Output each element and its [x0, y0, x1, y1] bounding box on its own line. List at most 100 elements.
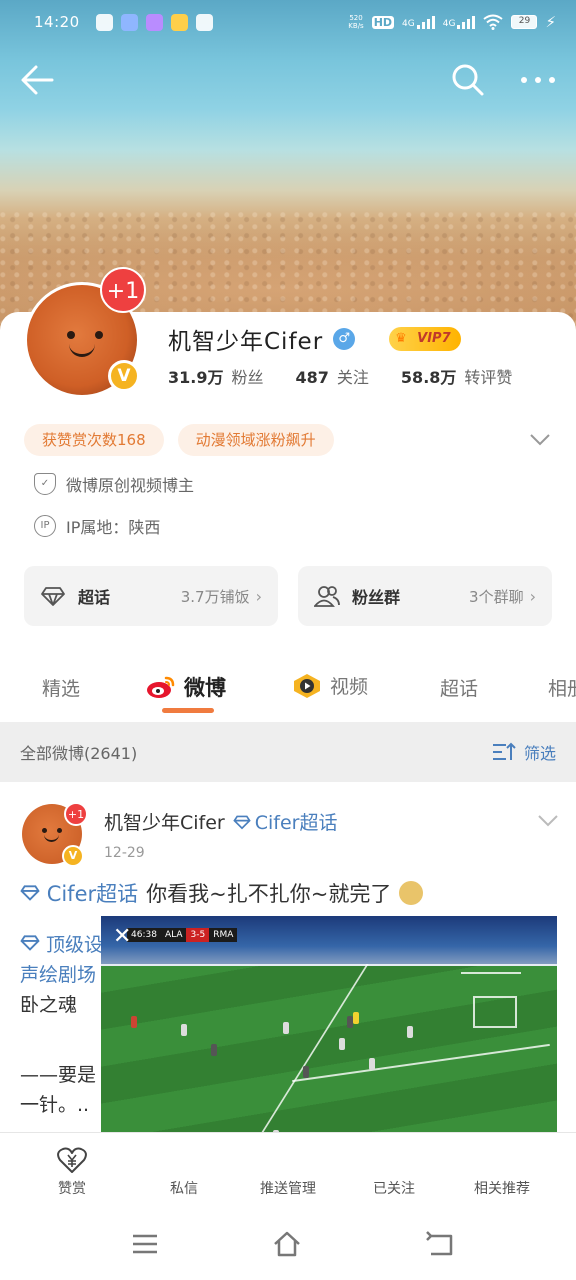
message-button[interactable]: 私信 — [134, 1178, 234, 1198]
info-ip-location: IP IP属地：陕西 — [34, 514, 160, 538]
app-notification-icon — [145, 13, 163, 31]
recent-apps-icon[interactable] — [130, 1230, 160, 1258]
player-icon — [181, 1024, 187, 1036]
post-supertopic-link[interactable]: Cifer超话 — [233, 808, 338, 835]
profile-stats: 31.9万 粉丝 487 关注 58.8万 转评赞 — [168, 364, 512, 388]
active-tab-indicator — [162, 708, 214, 713]
card-title: 粉丝群 — [352, 588, 401, 607]
close-icon[interactable]: ✕ — [113, 926, 135, 948]
reward-button[interactable]: 赞赏 — [22, 1178, 122, 1198]
stat-interactions[interactable]: 58.8万 转评赞 — [401, 364, 513, 388]
tab-supertopic[interactable]: 超话 — [440, 674, 478, 701]
player-icon — [339, 1038, 345, 1050]
player-icon — [353, 1012, 359, 1024]
info-original-video-creator: ✓ 微博原创视频博主 — [34, 472, 194, 496]
gender-male-icon: ♂ — [333, 328, 356, 350]
diamond-icon — [41, 587, 65, 606]
post-text-topic[interactable]: Cifer超话 — [20, 878, 138, 908]
net-speed: 520 KB/s — [348, 14, 364, 30]
post-body-line[interactable]: 声绘剧场 — [20, 960, 103, 990]
player-icon — [131, 1016, 137, 1028]
video-play-icon — [294, 673, 320, 698]
top-navigation — [0, 56, 576, 104]
diamond-icon — [20, 935, 40, 951]
vip-badge[interactable]: VIP7 — [389, 327, 461, 351]
video-scoreboard: 46:38 ALA 3-5 RMA — [127, 928, 238, 942]
profile-tags: 获赞赏次数168 动漫领域涨粉飙升 — [24, 424, 334, 456]
charging-icon: ⚡ — [545, 13, 556, 31]
card-subtitle: 3.7万铺饭 — [180, 587, 250, 606]
chevron-down-icon[interactable] — [528, 430, 552, 450]
status-notification-icons — [95, 13, 213, 31]
post-body: 顶级设 声绘剧场 卧之魂 ——要是 一针。.. — [20, 930, 103, 1116]
player-icon — [303, 1066, 309, 1078]
ip-icon: IP — [34, 515, 56, 537]
chevron-right-icon: › — [529, 586, 536, 606]
mail-notification-icon — [195, 13, 213, 31]
stat-following[interactable]: 487 关注 — [296, 364, 369, 388]
related-recommend-button[interactable]: 相关推荐 — [452, 1178, 552, 1198]
yen-heart-icon[interactable] — [57, 1146, 87, 1174]
status-bar: 14:20 520 KB/s HD 4G 4G 29 ⚡ — [0, 0, 576, 44]
home-icon[interactable] — [272, 1230, 302, 1258]
wifi-icon — [483, 14, 504, 30]
shield-check-icon: ✓ — [34, 473, 56, 495]
post-new-badge: +1 — [64, 802, 88, 826]
app-notification-icon — [95, 13, 113, 31]
group-icon — [314, 586, 340, 607]
tab-video[interactable]: 视频 — [292, 672, 368, 699]
post-date: 12-29 — [104, 845, 145, 861]
status-time: 14:20 — [34, 13, 80, 31]
filter-sort-icon — [492, 742, 516, 760]
chevron-right-icon: › — [255, 586, 262, 606]
tag-reward-count[interactable]: 获赞赏次数168 — [24, 424, 164, 456]
weibo-notification-icon — [170, 13, 188, 31]
tag-fan-growth[interactable]: 动漫领域涨粉飙升 — [177, 424, 334, 456]
all-weibo-count: 全部微博(2641) — [20, 744, 138, 763]
filter-bar: 全部微博(2641) 筛选 — [0, 722, 576, 782]
verified-v-icon: V — [108, 360, 140, 392]
post-header: 机智少年Cifer Cifer超话 — [104, 808, 338, 835]
weibo-logo-icon — [147, 676, 175, 698]
status-system-icons: 520 KB/s HD 4G 4G 29 ⚡ — [348, 13, 556, 31]
player-icon — [211, 1044, 217, 1056]
post-body-line: 卧之魂 — [20, 994, 78, 1016]
post-text-body: 你看我~扎不扎你~就完了 — [146, 882, 392, 906]
more-options-icon[interactable] — [518, 62, 558, 98]
profile-tabs: 精选 微博 视频 超话 相册 — [0, 660, 576, 720]
tab-album[interactable]: 相册 — [548, 674, 576, 701]
hd-icon: HD — [371, 15, 395, 29]
search-icon[interactable] — [450, 62, 486, 98]
tab-featured[interactable]: 精选 — [42, 674, 80, 701]
diamond-icon — [233, 815, 251, 829]
stat-followers[interactable]: 31.9万 粉丝 — [168, 364, 264, 388]
signal-icon: 4G — [443, 15, 476, 29]
supertopic-card[interactable]: 超话 3.7万铺饭 › — [24, 566, 278, 626]
post-author-name[interactable]: 机智少年Cifer — [104, 808, 225, 835]
post-text: Cifer超话 你看我~扎不扎你~就完了 — [20, 878, 424, 908]
player-icon — [283, 1022, 289, 1034]
battery-icon: 29 — [511, 15, 538, 29]
back-icon[interactable] — [426, 1230, 456, 1258]
chevron-down-icon[interactable] — [536, 812, 560, 830]
post-body-line: ——要是 — [20, 1064, 97, 1086]
diamond-icon — [20, 885, 40, 901]
filter-button[interactable]: 筛选 — [492, 740, 556, 764]
followed-button[interactable]: 已关注 — [344, 1178, 444, 1198]
back-arrow-icon[interactable] — [18, 62, 58, 98]
verified-v-icon: V — [62, 845, 84, 867]
card-subtitle: 3个群聊 — [469, 587, 524, 606]
card-title: 超话 — [78, 588, 111, 607]
post-body-line: 一针。.. — [20, 1094, 90, 1116]
post-body-line[interactable]: 顶级设 — [20, 930, 103, 960]
profile-name-row: 机智少年Cifer ♂ VIP7 — [168, 322, 461, 356]
tab-weibo[interactable]: 微博 — [146, 672, 226, 702]
signal-icon: 4G — [402, 15, 435, 29]
player-icon — [369, 1058, 375, 1070]
fan-group-card[interactable]: 粉丝群 3个群聊 › — [298, 566, 552, 626]
player-icon — [407, 1026, 413, 1038]
new-post-badge[interactable]: +1 — [100, 267, 146, 313]
doge-emoji-icon — [399, 881, 424, 905]
push-management-button[interactable]: 推送管理 — [238, 1178, 338, 1198]
profile-name: 机智少年Cifer — [168, 329, 324, 355]
